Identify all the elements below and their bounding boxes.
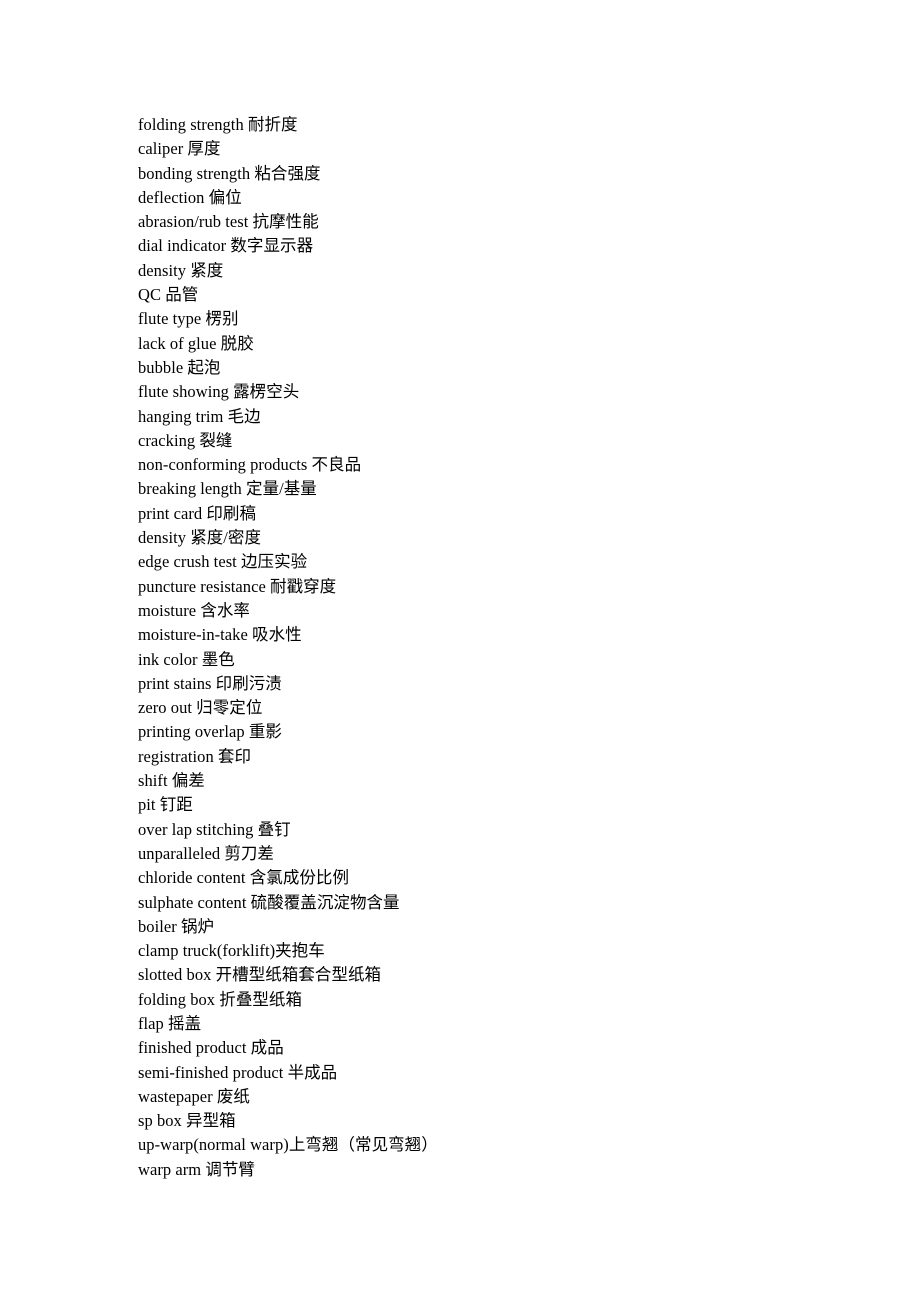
glossary-list: folding strength 耐折度 caliper 厚度 bonding st… xyxy=(138,113,838,1182)
glossary-entry: chloride content 含氯成份比例 xyxy=(138,868,350,888)
document-page: folding strength 耐折度 caliper 厚度 bonding st… xyxy=(0,0,920,1302)
glossary-entry: hanging trim 毛边 xyxy=(138,406,261,426)
glossary-entry: finished product 成品 xyxy=(138,1038,284,1058)
glossary-entry: caliper 厚度 xyxy=(138,139,221,159)
glossary-entry: wastepaper 废纸 xyxy=(138,1086,250,1106)
glossary-entry: slotted box 开槽型纸箱套合型纸箱 xyxy=(138,965,382,985)
glossary-entry: flute showing 露楞空头 xyxy=(138,382,300,402)
glossary-entry: boiler 锅炉 xyxy=(138,916,215,936)
glossary-entry: warp arm 调节臂 xyxy=(138,1159,255,1179)
glossary-entry: unparalleled 剪刀差 xyxy=(138,843,274,863)
glossary-entry: folding strength 耐折度 xyxy=(138,115,298,134)
glossary-entry: edge crush test 边压实验 xyxy=(138,552,308,572)
glossary-entry: over lap stitching 叠钉 xyxy=(138,819,291,839)
glossary-entry: abrasion/rub test 抗摩性能 xyxy=(138,212,319,232)
glossary-entry: folding box 折叠型纸箱 xyxy=(138,989,303,1009)
glossary-entry: semi-finished product 半成品 xyxy=(138,1062,338,1082)
glossary-entry: bubble 起泡 xyxy=(138,357,221,377)
glossary-entry: sp box 异型箱 xyxy=(138,1111,236,1131)
glossary-entry: density 紧度/密度 xyxy=(138,528,262,548)
glossary-entry: flap 摇盖 xyxy=(138,1013,202,1033)
glossary-entry: clamp truck(forklift)夹抱车 xyxy=(138,941,325,961)
glossary-entry: QC 品管 xyxy=(138,285,199,305)
glossary-entry: sulphate content 硫酸覆盖沉淀物含量 xyxy=(138,892,400,912)
glossary-entry: print card 印刷稿 xyxy=(138,503,257,523)
glossary-entry: cracking 裂缝 xyxy=(138,430,233,450)
glossary-entry: puncture resistance 耐戳穿度 xyxy=(138,576,337,596)
glossary-entry: shift 偏差 xyxy=(138,771,205,791)
glossary-entry: breaking length 定量/基量 xyxy=(138,479,317,499)
glossary-entry: moisture-in-take 吸水性 xyxy=(138,625,302,645)
glossary-entry: flute type 楞别 xyxy=(138,309,239,329)
glossary-entry: dial indicator 数字显示器 xyxy=(138,236,314,256)
glossary-entry: up-warp(normal warp)上弯翘（常见弯翘） xyxy=(138,1135,438,1155)
glossary-entry: density 紧度 xyxy=(138,260,224,280)
glossary-entry: deflection 偏位 xyxy=(138,187,242,207)
glossary-entry: bonding strength 粘合强度 xyxy=(138,163,321,183)
glossary-entry: ink color 墨色 xyxy=(138,649,235,669)
glossary-entry: lack of glue 脱胶 xyxy=(138,333,254,353)
glossary-entry: non-conforming products 不良品 xyxy=(138,455,362,475)
glossary-entry: printing overlap 重影 xyxy=(138,722,282,742)
glossary-entry: print stains 印刷污渍 xyxy=(138,673,282,693)
glossary-content-block: folding strength 耐折度 caliper 厚度 bonding st… xyxy=(138,113,838,1182)
glossary-entry: pit 钉距 xyxy=(138,795,193,815)
glossary-entry: moisture 含水率 xyxy=(138,600,250,620)
glossary-entry: zero out 归零定位 xyxy=(138,698,263,718)
glossary-entry: registration 套印 xyxy=(138,746,252,766)
